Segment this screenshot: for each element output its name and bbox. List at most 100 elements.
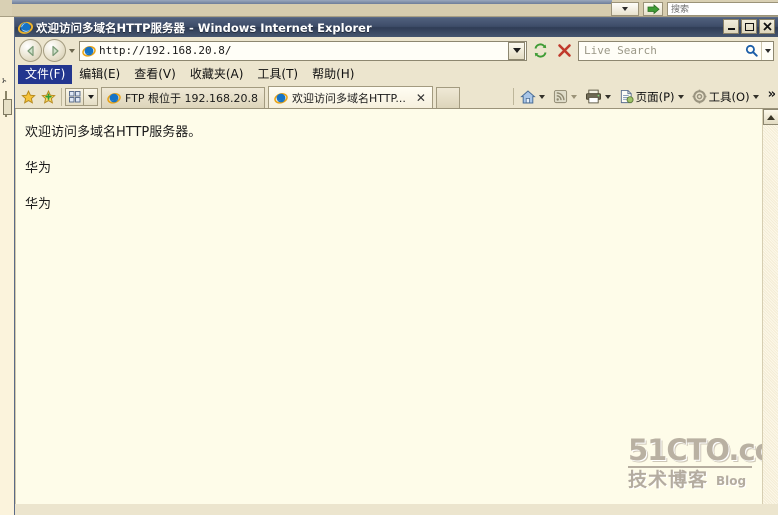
print-button[interactable] — [583, 89, 617, 104]
feeds-button[interactable] — [551, 89, 583, 104]
tools-menu-label: 工具(O) — [708, 89, 750, 104]
watermark-rule — [628, 466, 752, 468]
stop-button[interactable] — [553, 40, 575, 62]
screen: 搜索 ኑ 欢迎访问多域名HTTP服务器 - Windows Internet E… — [0, 0, 778, 515]
menu-item-help[interactable]: 帮助(H) — [305, 65, 361, 84]
background-dropdown-button[interactable] — [611, 2, 639, 16]
tools-menu-button[interactable]: 工具(O) — [690, 89, 765, 105]
address-dropdown-button[interactable] — [508, 41, 525, 60]
chevron-down-icon — [604, 94, 611, 99]
scroll-up-arrow-icon — [767, 114, 775, 120]
tab-ftp-root[interactable]: FTP 根位于 192.168.20.8 — [101, 87, 265, 108]
menu-item-edit[interactable]: 编辑(E) — [72, 65, 127, 84]
window-controls — [723, 19, 775, 34]
magnifier-icon — [745, 44, 758, 57]
watermark-subtitle-row: 技术博客 Blog — [628, 470, 756, 490]
tab-label: FTP 根位于 192.168.20.8 — [125, 92, 258, 105]
background-go-button[interactable] — [643, 2, 663, 16]
tab-http-welcome[interactable]: 欢迎访问多域名HTTP... ✕ — [267, 86, 433, 108]
chevron-down-icon — [764, 48, 771, 53]
close-button[interactable] — [759, 19, 775, 34]
back-arrow-icon — [26, 45, 34, 56]
maximize-icon — [744, 22, 754, 31]
rss-feed-icon — [553, 89, 567, 104]
search-field[interactable]: Live Search — [578, 40, 774, 61]
address-bar: http://192.168.20.8/ Live Search — [15, 37, 778, 64]
chevron-down-icon — [677, 94, 684, 99]
command-bar-separator — [512, 88, 514, 105]
search-button[interactable] — [741, 42, 761, 60]
quick-tabs-button[interactable] — [65, 88, 84, 106]
tab-bar: FTP 根位于 192.168.20.8 欢迎访问多域名HTTP... ✕ 页面… — [15, 85, 778, 108]
refresh-icon — [534, 43, 546, 58]
page-icon — [620, 89, 634, 104]
tab-label: 欢迎访问多域名HTTP... — [291, 91, 406, 105]
favorites-center-button[interactable] — [18, 87, 38, 107]
recent-pages-button[interactable] — [66, 39, 77, 62]
background-search-field[interactable]: 搜索 — [667, 2, 778, 16]
quick-tabs-grid-icon — [68, 91, 80, 103]
chevron-down-icon — [570, 94, 577, 99]
forward-button[interactable] — [43, 39, 66, 62]
back-button[interactable] — [19, 39, 42, 62]
tab-close-button[interactable]: ✕ — [416, 91, 426, 105]
chevron-down-icon — [622, 7, 628, 11]
background-left-strip: ኑ — [0, 17, 14, 515]
chevron-down-icon — [752, 94, 759, 99]
background-title-strip — [12, 0, 612, 4]
address-field[interactable]: http://192.168.20.8/ — [79, 40, 527, 61]
command-bar-overflow-button[interactable]: » — [768, 87, 776, 102]
watermark: 51CTO.com 技术博客 Blog — [628, 433, 762, 490]
background-fragment-glyph: ኑ — [2, 76, 7, 86]
vertical-scrollbar[interactable] — [762, 109, 778, 504]
gear-icon — [692, 89, 706, 104]
new-tab-button[interactable] — [435, 87, 460, 108]
menu-bar: 文件(F) 编辑(E) 查看(V) 收藏夹(A) 工具(T) 帮助(H) — [15, 64, 778, 85]
minimize-button[interactable] — [723, 19, 739, 34]
search-input-placeholder: Live Search — [584, 44, 657, 57]
minimize-icon — [727, 28, 735, 30]
forward-arrow-icon — [51, 45, 59, 56]
internet-explorer-icon — [18, 21, 33, 34]
watermark-title: 51CTO.com — [628, 433, 762, 467]
chevron-down-icon — [538, 94, 545, 99]
internet-explorer-icon — [107, 93, 121, 104]
green-arrow-icon — [647, 3, 660, 14]
page-paragraph-1: 欢迎访问多域名HTTP服务器。 — [25, 125, 202, 140]
menu-item-tools[interactable]: 工具(T) — [250, 65, 305, 84]
scrollbar-up-button[interactable] — [763, 109, 778, 125]
background-toolbar-inner — [12, 2, 778, 16]
refresh-button[interactable] — [529, 40, 551, 62]
background-fragment-button — [3, 99, 12, 115]
search-options-button[interactable] — [761, 41, 773, 60]
page-paragraph-3: 华为 — [25, 197, 52, 212]
background-window-toolbar: 搜索 — [0, 0, 778, 17]
internet-explorer-window: 欢迎访问多域名HTTP服务器 - Windows Internet Explor… — [14, 17, 778, 515]
menu-item-favorites[interactable]: 收藏夹(A) — [183, 65, 251, 84]
chevron-down-icon — [512, 48, 521, 53]
watermark-subtitle-cn: 技术博客 — [628, 469, 709, 491]
home-icon — [519, 89, 536, 103]
page-paragraph-2: 华为 — [25, 161, 52, 176]
chevron-down-icon — [68, 48, 75, 53]
watermark-subtitle-en: Blog — [716, 474, 747, 488]
title-bar: 欢迎访问多域名HTTP服务器 - Windows Internet Explor… — [15, 18, 778, 37]
page-menu-button[interactable]: 页面(P) — [617, 89, 690, 105]
star-icon — [20, 89, 36, 104]
command-bar: 页面(P) 工具(O) » — [509, 86, 776, 107]
window-title: 欢迎访问多域名HTTP服务器 - Windows Internet Explor… — [36, 20, 372, 35]
star-plus-icon — [40, 89, 56, 104]
printer-icon — [585, 89, 601, 104]
quick-tabs-dropdown-button[interactable] — [84, 88, 98, 106]
add-to-favorites-button[interactable] — [38, 87, 58, 107]
address-url-text: http://192.168.20.8/ — [99, 44, 232, 57]
web-page-document: 欢迎访问多域名HTTP服务器。 华为 华为 51CTO.com 技术博客 Blo… — [15, 109, 762, 504]
home-button[interactable] — [518, 89, 551, 105]
stop-icon — [557, 44, 571, 57]
maximize-button[interactable] — [741, 19, 757, 34]
page-menu-label: 页面(P) — [635, 89, 675, 104]
menu-item-file[interactable]: 文件(F) — [18, 65, 73, 84]
internet-explorer-icon — [274, 92, 288, 104]
menu-item-view[interactable]: 查看(V) — [127, 65, 183, 84]
content-area: 欢迎访问多域名HTTP服务器。 华为 华为 51CTO.com 技术博客 Blo… — [15, 108, 778, 504]
